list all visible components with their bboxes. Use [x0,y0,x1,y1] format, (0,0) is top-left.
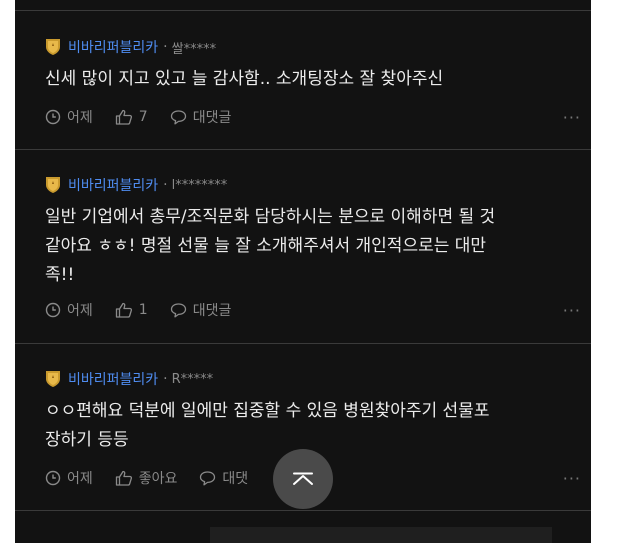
time-label: 어제 [67,110,93,126]
speech-bubble-icon [200,471,216,486]
clock-icon [45,470,61,486]
comment-text: ㅇㅇ편해요 덕분에 일에만 집중할 수 있음 병원찾아주기 선물포 장하기 등등 [45,401,490,450]
clock-icon [45,302,61,318]
thumbs-up-icon [115,302,132,318]
comment-meta: 비바리퍼블리카 · R***** [45,368,213,390]
comment-text: 일반 기업에서 총무/조직문화 담당하시는 분으로 이해하면 될 것 같아요 ㅎ… [45,207,496,285]
comment-time: 어제 [45,468,93,488]
like-button[interactable]: 좋아요 [115,468,178,488]
bottom-bar [210,527,552,543]
comment-meta: 비바리퍼블리카 · 쌀***** [45,36,216,58]
author-nickname: 쌀***** [171,41,217,57]
author-nickname: l******** [171,177,228,193]
comment-meta: 비바리퍼블리카 · l******** [45,174,227,196]
thumbs-up-icon [115,470,132,486]
like-count: 1 [138,302,148,318]
more-icon[interactable]: ··· [563,469,581,488]
time-label: 어제 [67,303,93,319]
divider [15,510,591,511]
like-button[interactable]: 1 [115,302,148,318]
reply-label: 대댓글 [192,303,232,319]
meta-separator: · [163,371,168,387]
meta-separator: · [163,39,168,55]
scroll-to-top-button[interactable] [273,449,333,509]
thumbs-up-icon [115,109,132,125]
comment-actions: 어제 7 대댓글 ··· [45,106,581,128]
company-name-link[interactable]: 비바리퍼블리카 [68,175,158,195]
time-label: 어제 [67,471,93,487]
more-icon[interactable]: ··· [563,108,581,127]
reply-button[interactable]: 대댓 [199,468,248,488]
comment-time: 어제 [45,107,93,127]
company-name-link[interactable]: 비바리퍼블리카 [68,37,158,57]
more-icon[interactable]: ··· [563,301,581,320]
speech-bubble-icon [170,110,186,125]
divider [15,10,591,11]
reply-label: 대댓 [222,471,249,487]
meta-separator: · [163,177,168,193]
like-count: 7 [138,109,148,125]
clock-icon [45,109,61,125]
company-badge-icon [46,177,60,193]
speech-bubble-icon [170,303,186,318]
reply-button[interactable]: 대댓글 [170,300,232,320]
reply-button[interactable]: 대댓글 [170,107,232,127]
like-label: 좋아요 [138,471,178,487]
comment-time: 어제 [45,300,93,320]
reply-label: 대댓글 [192,110,232,126]
company-badge-icon [46,371,60,387]
divider [15,343,591,344]
like-button[interactable]: 7 [115,109,148,125]
company-badge-icon [46,39,60,55]
author-nickname: R***** [171,371,214,387]
chevron-up-icon [293,472,313,485]
comment-text: 신세 많이 지고 있고 늘 감사함.. 소개팅장소 잘 찾아주신 [45,69,444,89]
company-name-link[interactable]: 비바리퍼블리카 [68,369,158,389]
divider [15,149,591,150]
comment-actions: 어제 1 대댓글 ··· [45,299,581,321]
